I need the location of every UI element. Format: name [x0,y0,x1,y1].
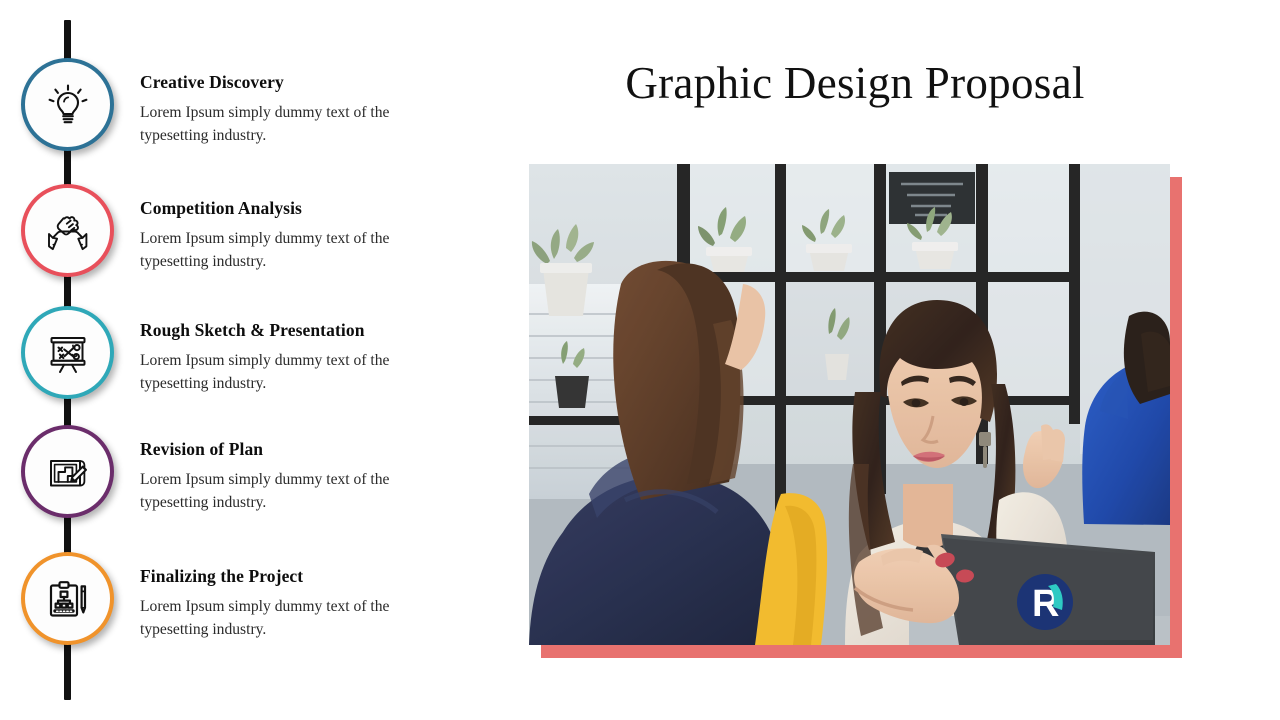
timeline-step[interactable]: Revision of Plan Lorem Ipsum simply dumm… [0,425,470,545]
step-title: Creative Discovery [140,72,284,92]
timeline-step[interactable]: Competition Analysis Lorem Ipsum simply … [0,184,470,304]
handshake-icon [42,205,94,257]
meeting-photo: R [529,164,1170,645]
step-text-block: Revision of Plan Lorem Ipsum simply dumm… [140,439,452,515]
step-text-block: Creative Discovery Lorem Ipsum simply du… [140,72,452,148]
photo-block: R [529,164,1184,664]
timeline-step[interactable]: Creative Discovery Lorem Ipsum simply du… [0,58,470,178]
meeting-photo-illustration: R [529,164,1170,645]
step-badge-creative-discovery[interactable] [21,58,114,151]
step-badge-competition-analysis[interactable] [21,184,114,277]
step-description: Lorem Ipsum simply dummy text of the typ… [140,103,390,145]
step-text-block: Finalizing the Project Lorem Ipsum simpl… [140,566,452,642]
strategy-board-icon [42,327,94,379]
lightbulb-icon [43,80,93,130]
step-badge-rough-sketch[interactable] [21,306,114,399]
step-title: Revision of Plan [140,439,264,459]
step-badge-revision-of-plan[interactable] [21,425,114,518]
timeline-steps: Creative Discovery Lorem Ipsum simply du… [0,0,470,720]
step-description: Lorem Ipsum simply dummy text of the typ… [140,351,390,393]
slide: Creative Discovery Lorem Ipsum simply du… [0,0,1280,720]
step-text-block: Competition Analysis Lorem Ipsum simply … [140,198,452,274]
timeline-step[interactable]: Rough Sketch & Presentation Lorem Ipsum … [0,306,470,426]
clipboard-pencil-icon [42,573,94,625]
step-description: Lorem Ipsum simply dummy text of the typ… [140,229,390,271]
step-text-block: Rough Sketch & Presentation Lorem Ipsum … [140,320,452,396]
step-description: Lorem Ipsum simply dummy text of the typ… [140,597,390,639]
step-badge-finalizing-project[interactable] [21,552,114,645]
step-title: Finalizing the Project [140,566,304,586]
step-description: Lorem Ipsum simply dummy text of the typ… [140,470,390,512]
step-title: Rough Sketch & Presentation [140,320,365,340]
page-title: Graphic Design Proposal [625,58,1085,108]
step-title: Competition Analysis [140,198,302,218]
timeline-panel: Creative Discovery Lorem Ipsum simply du… [0,0,470,720]
timeline-step[interactable]: Finalizing the Project Lorem Ipsum simpl… [0,552,470,672]
blueprint-pencil-icon [42,446,94,498]
